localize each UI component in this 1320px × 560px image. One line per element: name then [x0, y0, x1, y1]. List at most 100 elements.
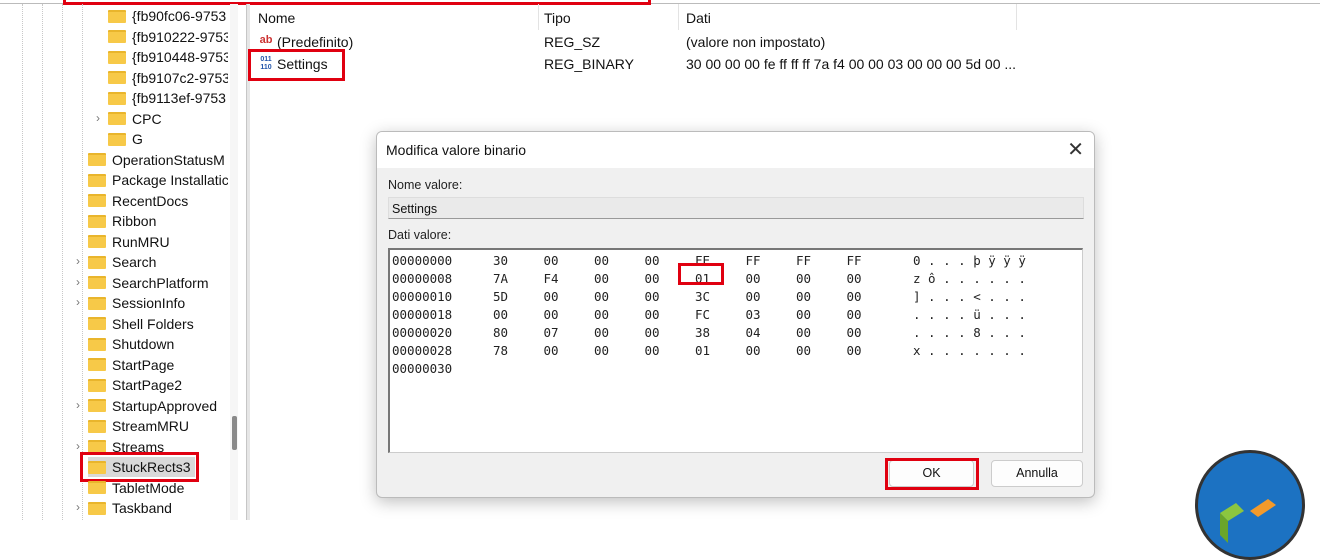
tree-item-label: {fb910448-9753 — [132, 49, 228, 65]
hex-byte: 00 — [543, 289, 559, 304]
folder-icon — [88, 337, 106, 351]
hex-ascii: x . . . . . . . — [913, 343, 1026, 358]
tree-item-label: RecentDocs — [112, 192, 189, 209]
hex-address: 00000018 — [392, 307, 453, 322]
folder-icon — [108, 9, 126, 23]
hex-byte: 00 — [644, 271, 660, 286]
tree-item[interactable]: CPC — [108, 109, 162, 129]
expand-chevron-icon[interactable]: › — [73, 500, 83, 514]
tree-item[interactable]: G — [108, 129, 143, 149]
tree-item-label: TabletMode — [112, 479, 185, 496]
tree-item[interactable]: {fb910222-9753 — [108, 27, 228, 47]
hex-byte: 00 — [543, 253, 559, 268]
tree-item[interactable]: OperationStatusM — [88, 150, 225, 170]
expand-chevron-icon[interactable]: › — [73, 275, 83, 289]
string-value-icon: ab — [259, 34, 273, 46]
folder-icon — [108, 50, 126, 64]
folder-icon — [108, 71, 126, 84]
hex-byte: 38 — [695, 325, 711, 340]
hex-byte: 00 — [543, 307, 559, 322]
value-type: REG_SZ — [544, 34, 601, 50]
expand-chevron-icon[interactable]: › — [93, 111, 103, 125]
hex-byte: 00 — [644, 325, 660, 340]
tree-item[interactable]: Shell Folders — [88, 314, 194, 334]
tree-item[interactable]: {fb90fc06-9753 — [108, 6, 226, 26]
hex-byte: 04 — [745, 325, 761, 340]
tree-item[interactable]: StartPage2 — [88, 375, 182, 395]
tree-item-label: RunMRU — [112, 233, 170, 250]
tree-item[interactable]: Taskband — [88, 498, 172, 518]
tree-item[interactable]: Shutdown — [88, 334, 174, 354]
tree-item[interactable]: RecentDocs — [88, 191, 188, 211]
column-header-name[interactable]: Nome — [258, 10, 295, 26]
pane-splitter[interactable] — [246, 4, 250, 520]
value-name-field[interactable]: Settings — [388, 197, 1084, 219]
tree-scrollbar-thumb[interactable] — [232, 416, 237, 450]
highlight-ok — [885, 458, 979, 490]
hex-byte: 00 — [594, 271, 610, 286]
hex-byte: 30 — [493, 253, 509, 268]
tree-item[interactable]: Search — [88, 252, 156, 272]
hex-byte: 7A — [493, 271, 509, 286]
expand-chevron-icon[interactable]: › — [73, 295, 83, 309]
column-header-type[interactable]: Tipo — [544, 10, 571, 26]
tree-item[interactable]: SessionInfo — [88, 293, 185, 313]
hex-byte: 00 — [745, 343, 761, 358]
column-separator[interactable] — [1016, 4, 1017, 30]
hex-ascii: ] . . . < . . . — [913, 289, 1026, 304]
expand-chevron-icon[interactable]: › — [73, 439, 83, 453]
tree-item-label: Search — [112, 254, 157, 270]
close-icon[interactable]: ✕ — [1067, 137, 1084, 162]
hex-byte: 00 — [796, 271, 812, 286]
hex-editor[interactable]: 00000000 30 00 00 00 FE FF FF FF 0 . . . þ ÿ ÿ ÿ0… — [388, 248, 1083, 453]
folder-icon — [88, 399, 106, 412]
hex-byte: 00 — [594, 307, 610, 322]
registry-tree: {fb90fc06-9753 {fb910222-9753 {fb910448-97… — [0, 4, 228, 520]
tree-item[interactable]: {fb910448-9753 — [108, 47, 228, 67]
hex-byte: 78 — [493, 343, 509, 358]
hex-ascii: . . . . ü . . . — [913, 307, 1026, 322]
hex-address: 00000028 — [392, 343, 453, 358]
tree-item[interactable]: StartupApproved — [88, 396, 217, 416]
cube-logo-icon — [1220, 499, 1276, 543]
tree-item[interactable]: Package Installatic — [88, 170, 228, 190]
edit-binary-dialog: Modifica valore binario ✕ Nome valore: S… — [376, 131, 1095, 498]
hex-byte: 01 — [695, 343, 711, 358]
folder-icon — [88, 276, 106, 289]
expand-chevron-icon[interactable]: › — [73, 254, 83, 268]
hex-address: 00000008 — [392, 271, 453, 286]
tree-item-label: G — [132, 131, 143, 147]
tree-item[interactable]: StartPage — [88, 355, 174, 375]
hex-byte: 80 — [493, 325, 509, 340]
tree-item-label: StartPage2 — [112, 377, 183, 393]
tree-item-label: StartupApproved — [112, 397, 218, 414]
hex-byte: 00 — [594, 289, 610, 304]
column-header-data[interactable]: Dati — [686, 10, 711, 26]
hex-byte: 00 — [846, 307, 862, 322]
tree-item[interactable]: Ribbon — [88, 211, 156, 231]
tree-item[interactable]: {fb9107c2-9753 — [108, 68, 228, 88]
hex-byte: 00 — [745, 289, 761, 304]
column-separator[interactable] — [678, 4, 679, 30]
tree-item[interactable]: TabletMode — [88, 478, 184, 498]
tree-item[interactable]: RunMRU — [88, 232, 170, 252]
hex-address: 00000020 — [392, 325, 453, 340]
highlight-settings — [248, 49, 345, 81]
tree-item[interactable]: StreamMRU — [88, 416, 189, 436]
hex-ascii: . . . . 8 . . . — [913, 325, 1026, 340]
expand-chevron-icon[interactable]: › — [73, 398, 83, 412]
highlight-byte — [678, 263, 724, 285]
hex-byte: 00 — [594, 343, 610, 358]
tree-item[interactable]: {fb9113ef-9753 — [108, 88, 226, 108]
tree-item-label: StreamMRU — [112, 418, 190, 434]
hex-ascii: 0 . . . þ ÿ ÿ ÿ — [913, 253, 1026, 268]
hex-byte: 00 — [796, 289, 812, 304]
cancel-button[interactable]: Annulla — [991, 460, 1083, 487]
hex-byte: 5D — [493, 289, 509, 304]
tree-item[interactable]: SearchPlatform — [88, 273, 208, 293]
column-separator[interactable] — [538, 4, 539, 30]
value-data-label: Dati valore: — [388, 228, 452, 242]
hex-address: 00000010 — [392, 289, 453, 304]
tree-item-label: {fb90fc06-9753 — [132, 8, 227, 24]
folder-icon — [88, 358, 106, 371]
